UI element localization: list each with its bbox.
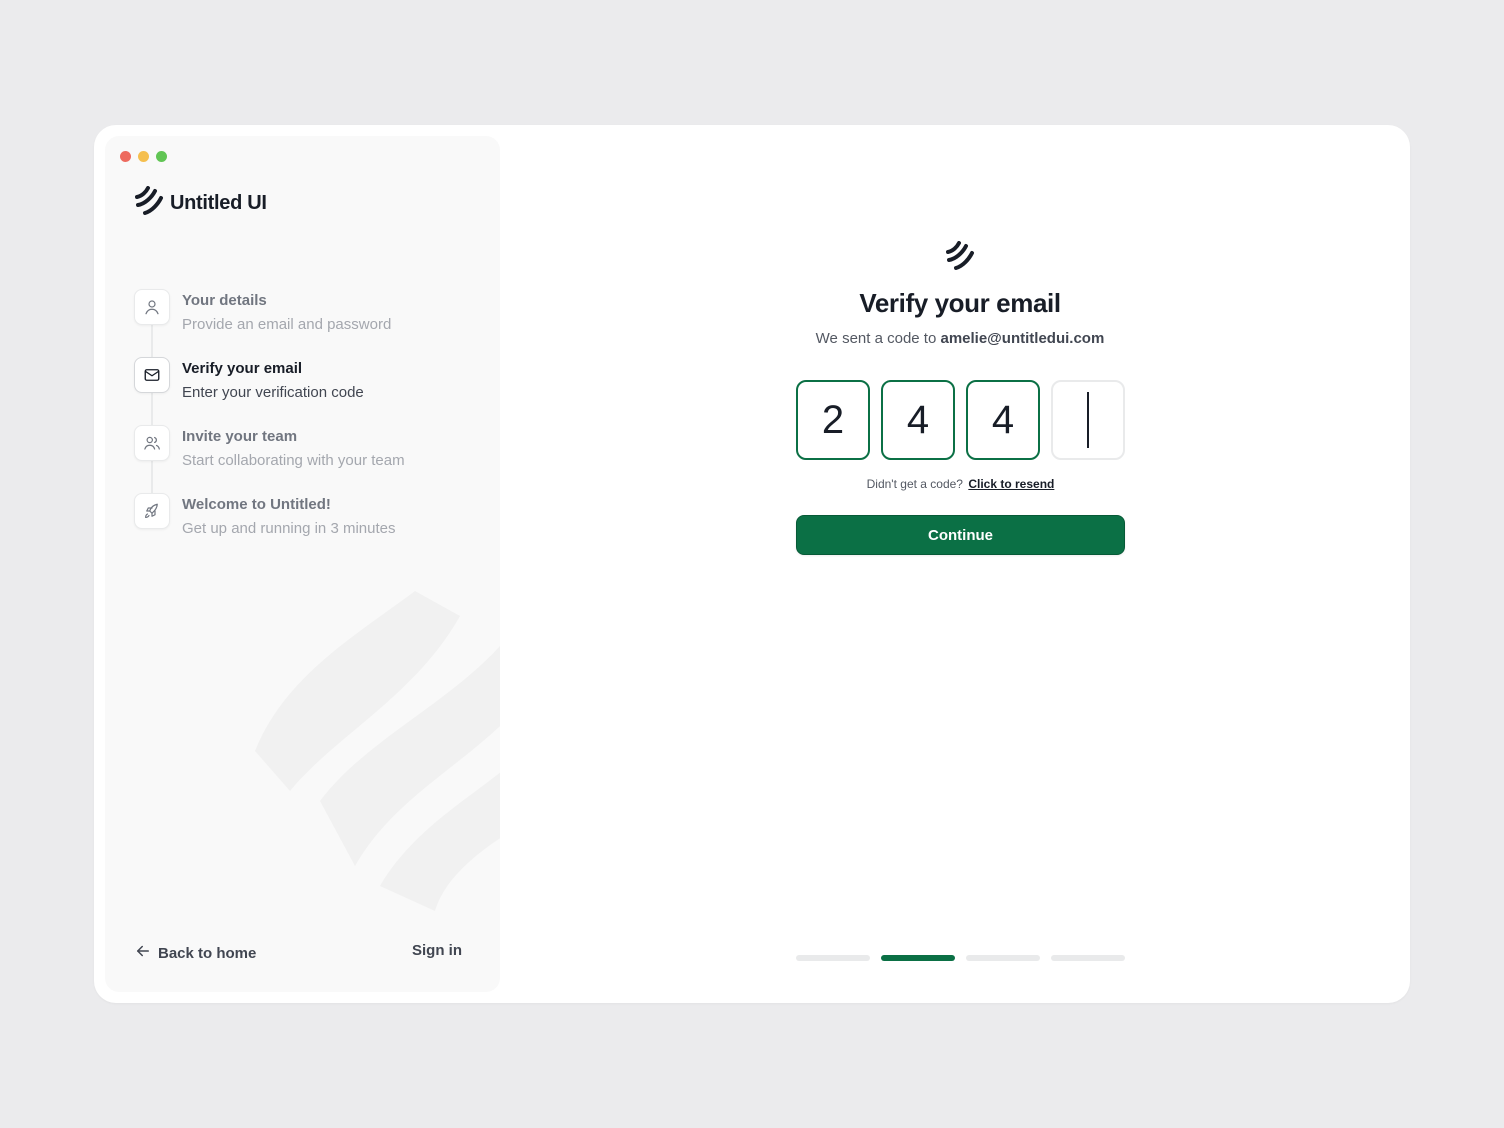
step-your-details: Your details Provide an email and passwo… <box>134 289 474 357</box>
minimize-window-button[interactable] <box>138 151 149 162</box>
back-to-home-label: Back to home <box>158 944 257 962</box>
user-icon <box>134 289 170 325</box>
window-controls <box>120 151 167 162</box>
page-title: Verify your email <box>859 288 1061 318</box>
sign-in-link[interactable]: Sign in <box>412 942 462 959</box>
step-title: Welcome to Untitled! <box>182 496 331 513</box>
rocket-icon <box>134 493 170 529</box>
close-window-button[interactable] <box>120 151 131 162</box>
step-description: Enter your verification code <box>182 384 364 401</box>
verify-subtitle: We sent a code to amelie@untitledui.com <box>760 330 1160 347</box>
code-digit-4[interactable] <box>1051 380 1125 460</box>
step-verify-email: Verify your email Enter your verificatio… <box>134 357 474 425</box>
step-title: Your details <box>182 292 267 309</box>
step-title: Invite your team <box>182 428 298 445</box>
progress-step-3[interactable] <box>966 955 1040 961</box>
subtitle-prefix: We sent a code to <box>815 330 937 347</box>
arrow-left-icon <box>134 942 152 964</box>
onboarding-steps: Your details Provide an email and passwo… <box>134 289 474 561</box>
verification-code-input: 2 4 4 <box>796 380 1125 460</box>
step-description: Start collaborating with your team <box>182 452 405 469</box>
logo-icon <box>945 241 975 276</box>
resend-row: Didn't get a code? Click to resend <box>796 477 1125 491</box>
mail-icon <box>134 357 170 393</box>
maximize-window-button[interactable] <box>156 151 167 162</box>
progress-step-4[interactable] <box>1051 955 1125 961</box>
brand[interactable]: Untitled UI <box>134 186 267 221</box>
continue-button[interactable]: Continue <box>796 515 1125 555</box>
resend-code-link[interactable]: Click to resend <box>968 477 1054 491</box>
code-digit-2[interactable]: 4 <box>881 380 955 460</box>
resend-prefix: Didn't get a code? <box>866 477 963 491</box>
step-connector <box>151 461 153 493</box>
logo-icon <box>134 186 164 221</box>
app-window: Untitled UI Your details Provide an emai… <box>94 125 1410 1003</box>
logo-watermark-icon <box>245 566 500 931</box>
step-connector <box>151 325 153 357</box>
step-welcome: Welcome to Untitled! Get up and running … <box>134 493 474 561</box>
step-title: Verify your email <box>182 360 303 377</box>
step-connector <box>151 393 153 425</box>
back-to-home-link[interactable]: Back to home <box>134 942 256 964</box>
code-digit-1[interactable]: 2 <box>796 380 870 460</box>
step-description: Provide an email and password <box>182 316 392 333</box>
progress-step-1[interactable] <box>796 955 870 961</box>
step-invite-team: Invite your team Start collaborating wit… <box>134 425 474 493</box>
progress-indicator <box>796 955 1125 961</box>
brand-name: Untitled UI <box>170 192 267 214</box>
step-description: Get up and running in 3 minutes <box>182 520 396 537</box>
progress-step-2[interactable] <box>881 955 955 961</box>
text-caret <box>1087 392 1089 448</box>
users-icon <box>134 425 170 461</box>
sidebar: Untitled UI Your details Provide an emai… <box>105 136 500 992</box>
recipient-email: amelie@untitledui.com <box>940 330 1105 347</box>
code-digit-3[interactable]: 4 <box>966 380 1040 460</box>
